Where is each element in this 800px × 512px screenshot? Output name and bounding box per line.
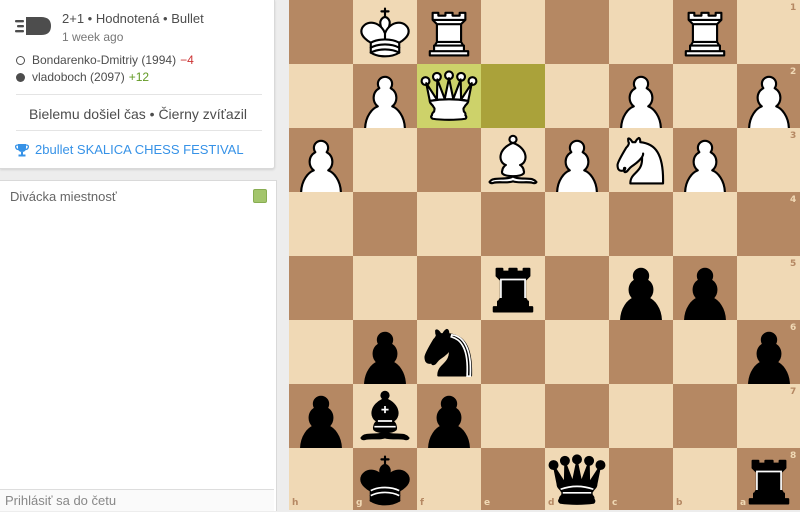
square-b2[interactable]: [673, 64, 737, 128]
file-coordinate: f: [420, 498, 424, 508]
square-h2[interactable]: [289, 64, 353, 128]
white-player[interactable]: Bondarenko-Dmitriy (1994) −4: [16, 53, 194, 67]
square-b6[interactable]: [673, 320, 737, 384]
white-pawn-icon[interactable]: [673, 128, 737, 192]
square-e2[interactable]: [481, 64, 545, 128]
white-bishop-icon[interactable]: [481, 128, 545, 192]
black-pawn-icon[interactable]: [417, 384, 481, 448]
bullet-icon: [15, 17, 51, 35]
black-pawn-icon[interactable]: [737, 320, 800, 384]
game-info-card: 2+1 • Hodnotená • Bullet 1 week ago Bond…: [0, 0, 275, 169]
white-pawn-icon[interactable]: [545, 128, 609, 192]
square-f8[interactable]: [417, 448, 481, 510]
square-c1[interactable]: [609, 0, 673, 64]
black-player-name[interactable]: vladoboch (2097): [32, 70, 125, 84]
square-e6[interactable]: [481, 320, 545, 384]
white-pawn-icon[interactable]: [353, 64, 417, 128]
square-g5[interactable]: [353, 256, 417, 320]
square-e7[interactable]: [481, 384, 545, 448]
square-h1[interactable]: [289, 0, 353, 64]
game-result: Bielemu došiel čas • Čierny zvíťazil: [29, 106, 247, 122]
square-c8[interactable]: [609, 448, 673, 510]
white-pawn-icon[interactable]: [609, 64, 673, 128]
divider: [16, 94, 262, 95]
white-king-icon[interactable]: [353, 0, 417, 64]
file-coordinate: c: [612, 498, 618, 508]
square-d6[interactable]: [545, 320, 609, 384]
square-f4[interactable]: [417, 192, 481, 256]
white-pawn-icon[interactable]: [737, 64, 800, 128]
black-king-icon[interactable]: [353, 448, 417, 510]
black-pawn-icon[interactable]: [353, 320, 417, 384]
square-d4[interactable]: [545, 192, 609, 256]
black-bishop-icon[interactable]: [353, 384, 417, 448]
square-h8[interactable]: [289, 448, 353, 510]
divider: [16, 130, 262, 131]
chat-title: Divácka miestnosť: [10, 189, 117, 204]
square-d1[interactable]: [545, 0, 609, 64]
square-c7[interactable]: [609, 384, 673, 448]
white-rook-icon[interactable]: [673, 0, 737, 64]
square-b4[interactable]: [673, 192, 737, 256]
white-rating-diff: −4: [180, 53, 194, 67]
left-column: 2+1 • Hodnotená • Bullet 1 week ago Bond…: [0, 0, 277, 511]
trophy-icon: [15, 143, 29, 156]
square-h6[interactable]: [289, 320, 353, 384]
white-rook-icon[interactable]: [417, 0, 481, 64]
square-d5[interactable]: [545, 256, 609, 320]
square-h4[interactable]: [289, 192, 353, 256]
chess-board[interactable]: hgfedcba12345678: [289, 0, 800, 510]
square-g4[interactable]: [353, 192, 417, 256]
square-f3[interactable]: [417, 128, 481, 192]
white-queen-icon[interactable]: [417, 64, 481, 128]
black-pawn-icon[interactable]: [609, 256, 673, 320]
black-player[interactable]: vladoboch (2097) +12: [16, 70, 149, 84]
square-e4[interactable]: [481, 192, 545, 256]
square-h5[interactable]: [289, 256, 353, 320]
rank-coordinate: 4: [790, 195, 797, 205]
black-rook-icon[interactable]: [737, 448, 800, 510]
rank-coordinate: 1: [790, 3, 797, 13]
black-knight-icon[interactable]: [417, 320, 481, 384]
square-e1[interactable]: [481, 0, 545, 64]
square-g3[interactable]: [353, 128, 417, 192]
rank-coordinate: 5: [790, 259, 797, 269]
black-rook-icon[interactable]: [481, 256, 545, 320]
square-c4[interactable]: [609, 192, 673, 256]
spectator-chat: Divácka miestnosť Prihlásiť sa do četu: [0, 180, 277, 511]
rank-coordinate: 7: [790, 387, 797, 397]
file-coordinate: h: [292, 498, 299, 508]
file-coordinate: b: [676, 498, 683, 508]
square-e8[interactable]: [481, 448, 545, 510]
toggle-icon[interactable]: [253, 189, 267, 203]
game-time-ago: 1 week ago: [62, 30, 124, 44]
chat-input[interactable]: Prihlásiť sa do četu: [0, 489, 274, 511]
white-knight-icon[interactable]: [609, 128, 673, 192]
square-d7[interactable]: [545, 384, 609, 448]
black-rating-diff: +12: [128, 70, 150, 84]
file-coordinate: e: [484, 498, 491, 508]
white-pawn-icon[interactable]: [289, 128, 353, 192]
black-pawn-icon[interactable]: [673, 256, 737, 320]
square-c6[interactable]: [609, 320, 673, 384]
square-d2[interactable]: [545, 64, 609, 128]
square-b7[interactable]: [673, 384, 737, 448]
tournament-link[interactable]: 2bullet SKALICA CHESS FESTIVAL: [15, 142, 244, 157]
white-color-icon: [16, 55, 25, 65]
rank-coordinate: 3: [790, 131, 797, 141]
game-type: 2+1 • Hodnotená • Bullet: [62, 11, 204, 26]
square-b8[interactable]: [673, 448, 737, 510]
black-pawn-icon[interactable]: [289, 384, 353, 448]
white-player-name[interactable]: Bondarenko-Dmitriy (1994): [32, 53, 176, 67]
square-f5[interactable]: [417, 256, 481, 320]
black-queen-icon[interactable]: [545, 448, 609, 510]
black-color-icon: [16, 72, 25, 82]
tournament-name[interactable]: 2bullet SKALICA CHESS FESTIVAL: [35, 142, 244, 157]
